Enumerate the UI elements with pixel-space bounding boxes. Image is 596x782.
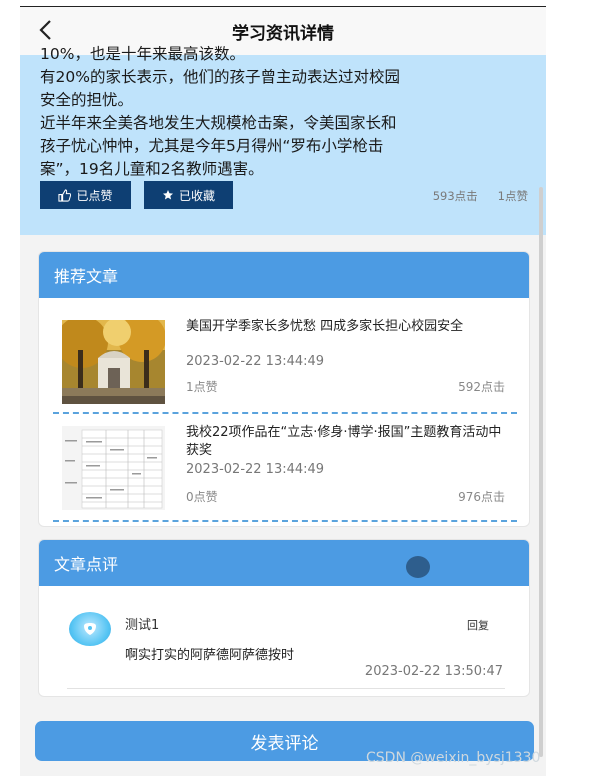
reply-button[interactable]: 回复 [467,617,489,633]
article-line: 近半年来全美各地发生大规模枪击案，令美国家长和 [40,114,397,132]
thumbs-up-icon [58,188,72,202]
article-date: 2023-02-22 13:44:49 [186,462,325,477]
article-clicks: 592点击 [458,380,505,394]
watermark: CSDN @weixin_bysj1330 [366,750,541,766]
recommend-header: 推荐文章 [39,252,529,298]
list-item[interactable]: 我校22项作品在“立志·修身·博学·报国”主题教育活动中获奖 2023-02-2… [53,416,517,522]
article-content: 10%，也是十年来最高该数。 有20%的家长表示，他们的孩子曾主动表达过对校园 … [20,45,546,235]
avatar [69,612,111,646]
like-count: 1点赞 [497,189,528,203]
favorite-button[interactable]: 已收藏 [144,181,233,209]
article-body: 10%，也是十年来最高该数。 有20%的家长表示，他们的孩子曾主动表达过对校园 … [40,43,530,181]
article-thumbnail [62,426,165,510]
article-date: 2023-02-22 13:44:49 [186,354,325,369]
article-line: 安全的担忧。 [40,91,134,109]
comments-card: 文章点评 测试1 回复 啊实打实的阿萨德阿萨德按时 2023-02-22 13:… [38,539,530,697]
back-button[interactable] [32,15,60,45]
article-line: 案”，19名儿童和2名教师遇害。 [40,160,264,178]
article-line: 10%，也是十年来最高该数。 [40,45,245,63]
star-icon [162,190,173,200]
article-title: 我校22项作品在“立志·修身·博学·报国”主题教育活动中获奖 [186,425,502,458]
article-line: 有20%的家长表示，他们的孩子曾主动表达过对校园 [40,68,400,86]
scrollbar[interactable] [539,187,543,757]
article-likes: 1点赞 [186,380,218,394]
page-title: 学习资讯详情 [232,23,334,44]
like-label: 已点赞 [76,188,113,203]
chevron-left-icon [39,20,51,40]
comment-author: 测试1 [125,618,160,633]
document-photo-icon [62,426,165,510]
article-clicks: 976点击 [458,490,505,504]
phone-screen: 学习资讯详情 10%，也是十年来最高该数。 有20%的家长表示，他们的孩子曾主动… [20,6,546,776]
user-avatar-icon [84,623,96,635]
comment-date: 2023-02-22 13:50:47 [364,664,503,679]
click-count: 593点击 [432,189,478,203]
comment-text: 啊实打实的阿萨德阿萨德按时 [125,648,295,663]
article-likes: 0点赞 [186,490,218,504]
comments-header: 文章点评 [39,540,529,586]
article-title: 美国开学季家长多忧愁 四成多家长担心校园安全 [186,319,464,334]
divider [67,688,505,689]
favorite-label: 已收藏 [178,188,215,203]
like-button[interactable]: 已点赞 [40,181,131,209]
article-stats: 593点击 1点赞 [433,188,528,204]
article-line: 孩子忧心忡忡，尤其是今年5月得州“罗布小学枪击 [40,137,384,155]
article-thumbnail [62,320,165,404]
list-item[interactable]: 美国开学季家长多忧愁 四成多家长担心校园安全 2023-02-22 13:44:… [53,310,517,414]
recommend-card: 推荐文章 美国开学季家长多忧愁 四成多家长担心校园安全 2023-02-22 1… [38,251,530,527]
campus-photo-icon [62,320,165,404]
article-actions: 已点赞 已收藏 593点击 1点赞 [40,181,530,211]
touch-indicator [406,556,430,578]
